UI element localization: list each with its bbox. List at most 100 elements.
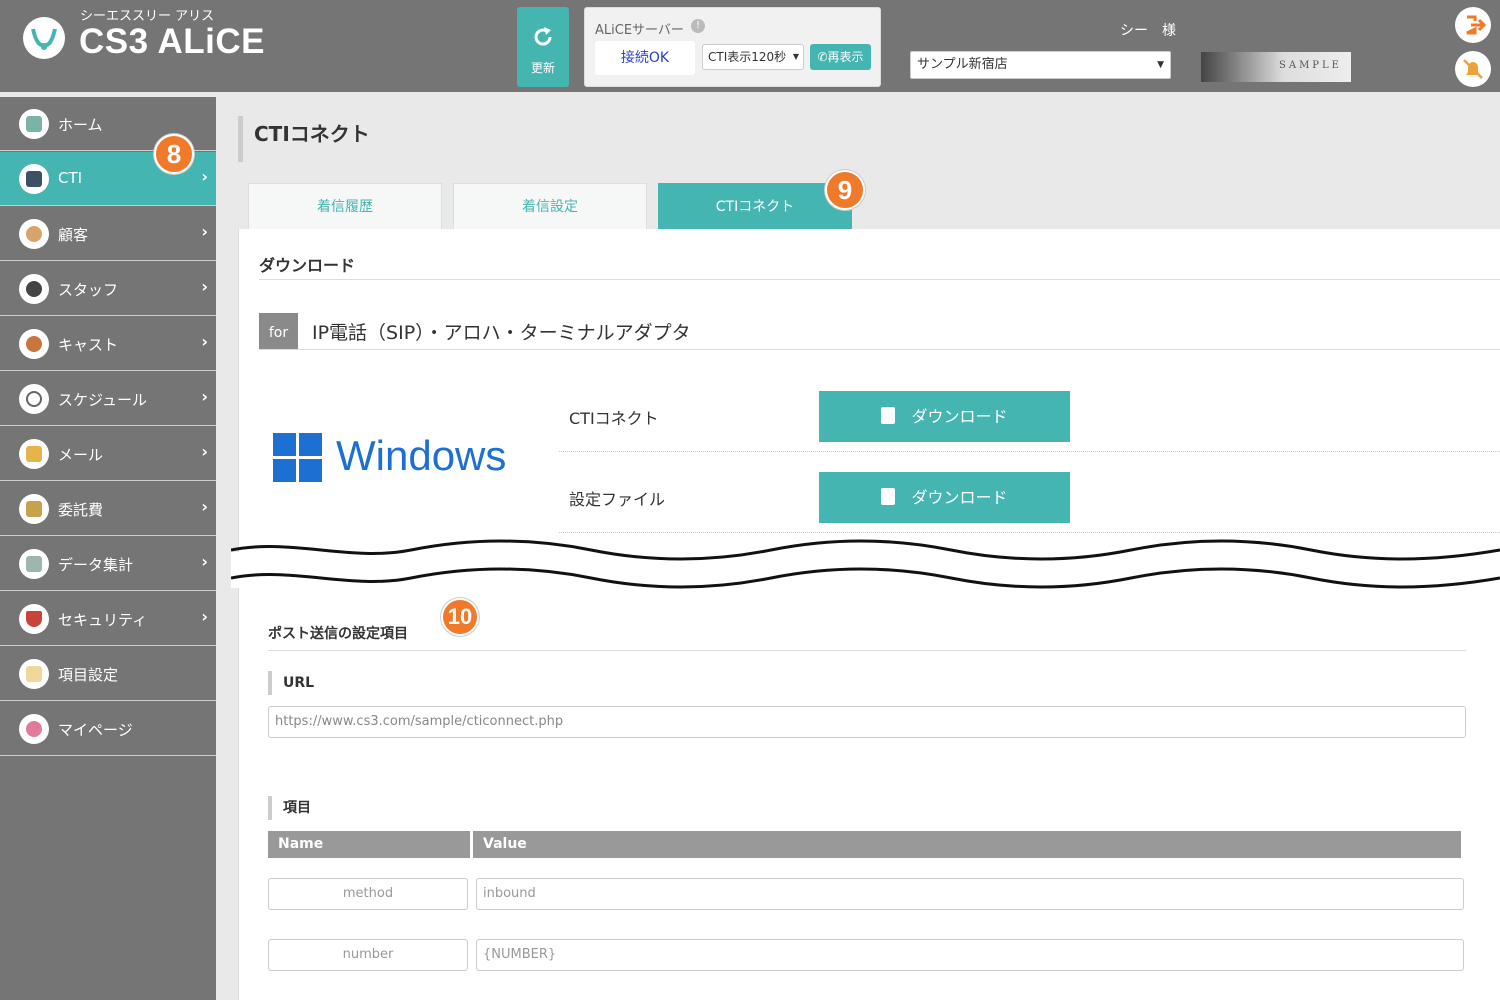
app-title: CS3 ALiCE [79,22,266,61]
user-name: シー 様 [1120,23,1176,39]
refresh-button[interactable]: 更新 [517,7,569,87]
cast-icon [19,329,49,359]
chevron-right-icon: › [201,442,208,461]
url-input[interactable]: https://www.cs3.com/sample/cticonnect.ph… [268,706,1466,738]
divider [259,349,1500,350]
tab-cti-connect[interactable]: CTIコネクト [658,183,852,229]
sidebar-item-customer[interactable]: 顧客 › [0,207,216,261]
bell-off-icon [1463,59,1483,79]
cti-display-value: CTI表示120秒 [708,50,787,64]
download-heading: ダウンロード [259,256,356,275]
shop-banner-image: SAMPLE [1201,52,1351,82]
download-button-label: ダウンロード [911,488,1008,507]
param-name-field[interactable]: method [268,878,468,910]
connection-status: 接続OK [595,41,695,75]
top-header: シーエススリー アリス CS3 ALiCE 更新 ALiCEサーバー ! 接続O… [0,0,1500,92]
url-label: URL [268,671,314,695]
sidebar-item-label: 項目設定 [58,666,119,684]
mypage-icon [19,714,49,744]
param-name-field[interactable]: number [268,939,468,971]
clipboard-icon [19,659,49,689]
chevron-down-icon: ▼ [792,52,799,61]
sidebar: ホーム CTI › 顧客 › スタッフ › キャスト › スケジュール › メー… [0,97,216,1000]
chevron-right-icon: › [201,387,208,406]
divider [559,451,1500,452]
customer-icon [19,219,49,249]
param-value-field[interactable]: inbound [476,878,1464,910]
download-button-label: ダウンロード [911,407,1008,426]
sidebar-item-label: CTI [58,169,83,187]
sidebar-item-data[interactable]: データ集計 › [0,537,216,591]
sidebar-item-label: セキュリティ [58,611,148,629]
sidebar-item-security[interactable]: セキュリティ › [0,592,216,646]
phone-icon [19,164,49,194]
refresh-label: 更新 [530,61,555,75]
server-status-panel: ALiCEサーバー ! 接続OK CTI表示120秒 ▼ ✆再表示 [584,7,881,87]
tab-call-history[interactable]: 着信履歴 [248,183,442,229]
tab-call-settings[interactable]: 着信設定 [453,183,647,229]
logout-icon [1466,15,1487,35]
clock-icon [19,384,49,414]
chevron-right-icon: › [201,607,208,626]
sidebar-item-label: キャスト [58,336,119,354]
items-label: 項目 [268,796,311,820]
sidebar-item-label: データ集計 [58,556,134,574]
shield-icon [19,604,49,634]
sidebar-item-label: 顧客 [58,226,89,244]
step-badge-9: 9 [825,170,865,210]
step-badge-10: 10 [441,598,479,636]
sidebar-item-item-settings[interactable]: 項目設定 [0,647,216,701]
sidebar-item-label: メール [58,446,104,464]
cti-display-select[interactable]: CTI表示120秒 ▼ [702,44,804,70]
download-settings-file-button[interactable]: ダウンロード [819,472,1070,523]
redisplay-button[interactable]: ✆再表示 [810,44,871,70]
server-title: ALiCEサーバー [595,23,684,38]
notification-button[interactable] [1455,51,1491,87]
refresh-icon [534,27,552,46]
sidebar-item-label: スタッフ [58,281,119,299]
post-settings-heading: ポスト送信の設定項目 [268,626,408,642]
sidebar-item-schedule[interactable]: スケジュール › [0,372,216,426]
sidebar-item-commission[interactable]: 委託費 › [0,482,216,536]
windows-logo-icon [273,433,322,482]
sidebar-item-cast[interactable]: キャスト › [0,317,216,371]
chart-icon [19,549,49,579]
download-cti-connect-button[interactable]: ダウンロード [819,391,1070,442]
chevron-down-icon: ▼ [1157,60,1164,70]
sidebar-item-label: ホーム [58,116,103,134]
table-header-name: Name [268,831,470,858]
chevron-right-icon: › [201,277,208,296]
for-tag: for [259,313,298,349]
staff-icon [19,274,49,304]
redisplay-label: 再表示 [827,50,864,64]
device-description: IP電話（SIP）・アロハ・ターミナルアダプタ [312,322,691,344]
chevron-right-icon: › [201,332,208,351]
sidebar-item-label: 委託費 [58,501,104,519]
sidebar-item-mypage[interactable]: マイページ [0,702,216,756]
sidebar-item-mail[interactable]: メール › [0,427,216,481]
info-icon[interactable]: ! [691,19,705,33]
cti-connect-label: CTIコネクト [569,409,659,428]
logout-button[interactable] [1455,7,1491,43]
os-label: Windows [336,432,507,479]
page-title: CTIコネクト [238,116,370,162]
divider [259,279,1500,280]
settings-file-label: 設定ファイル [569,490,666,509]
step-badge-8: 8 [154,134,194,174]
table-header-value: Value [473,831,1461,858]
param-value-field[interactable]: {NUMBER} [476,939,1464,971]
sidebar-item-label: スケジュール [58,391,147,409]
file-download-icon [881,488,896,505]
sidebar-item-staff[interactable]: スタッフ › [0,262,216,316]
money-icon [19,494,49,524]
sidebar-item-label: マイページ [58,721,133,739]
phone-icon: ✆ [817,50,828,64]
chevron-right-icon: › [201,497,208,516]
shop-select[interactable]: サンプル新宿店 ▼ [910,51,1171,79]
chevron-right-icon: › [201,222,208,241]
chevron-right-icon: › [201,167,208,186]
divider [559,532,1500,533]
shop-banner-text: SAMPLE [1279,60,1342,71]
file-download-icon [881,407,896,424]
logo-icon [23,17,65,59]
